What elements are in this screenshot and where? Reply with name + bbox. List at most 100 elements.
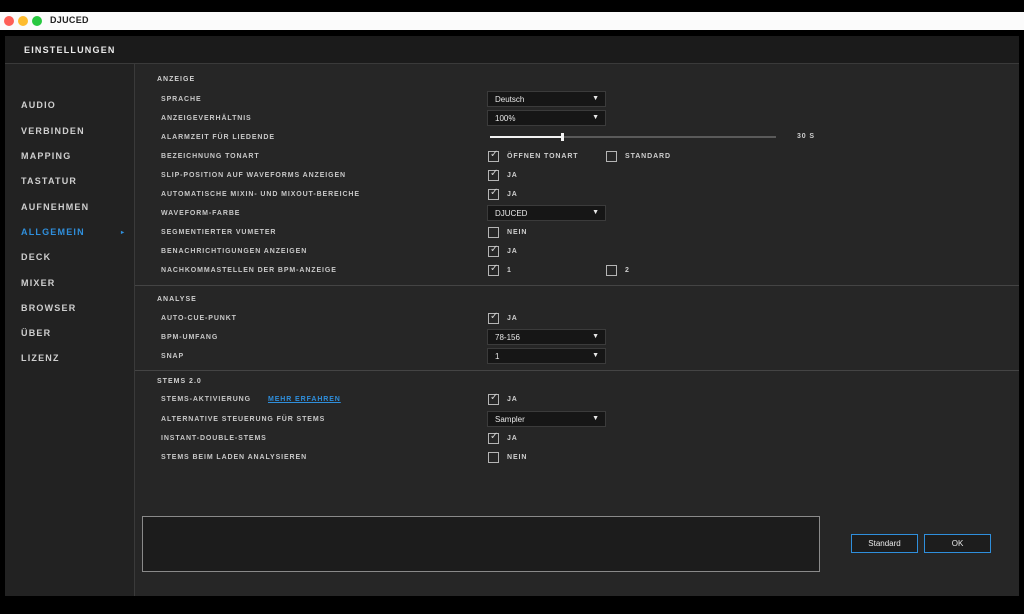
check-icon: ✓ bbox=[490, 392, 499, 403]
dialog-title-bar: EINSTELLUNGEN bbox=[5, 36, 1019, 64]
ok-button[interactable]: OK bbox=[924, 534, 991, 553]
active-arrow-icon: ▸ bbox=[121, 230, 126, 236]
slip-position-checkbox[interactable]: ✓ bbox=[488, 168, 499, 181]
tonart-standard-label: STANDARD bbox=[625, 153, 671, 160]
sidebar-item-label: AUDIO bbox=[21, 100, 56, 110]
label-stems-laden-analysieren: STEMS BEIM LADEN ANALYSIEREN bbox=[161, 454, 308, 461]
sidebar-item-label: TASTATUR bbox=[21, 176, 78, 186]
window-titlebar: DJUCED bbox=[0, 12, 1024, 30]
minimize-window-icon[interactable] bbox=[18, 16, 28, 26]
sidebar-item-label: MIXER bbox=[21, 278, 56, 288]
dropdown-value: Deutsch bbox=[495, 95, 525, 104]
sidebar-item-mixer[interactable]: MIXER bbox=[21, 278, 56, 288]
instant-double-stems-checkbox[interactable]: ✓ bbox=[488, 431, 499, 444]
instant-double-stems-value: JA bbox=[507, 435, 518, 442]
sidebar-item-label: AUFNEHMEN bbox=[21, 202, 90, 212]
zoom-window-icon[interactable] bbox=[32, 16, 42, 26]
sidebar-item-allgemein[interactable]: ALLGEMEIN ▸ bbox=[21, 227, 131, 237]
section-heading-anzeige: ANZEIGE bbox=[157, 76, 196, 83]
label-slip-position: SLIP-POSITION AUF WAVEFORMS ANZEIGEN bbox=[161, 172, 346, 179]
alarmzeit-slider[interactable] bbox=[490, 133, 776, 141]
anzeigeverhaeltnis-dropdown[interactable]: 100% ▼ bbox=[487, 110, 606, 126]
sidebar-item-ueber[interactable]: ÜBER bbox=[21, 328, 51, 338]
dialog-title: EINSTELLUNGEN bbox=[24, 45, 116, 55]
sidebar-item-label: LIZENZ bbox=[21, 353, 60, 363]
stems-laden-value: NEIN bbox=[507, 454, 528, 461]
sidebar-item-tastatur[interactable]: TASTATUR bbox=[21, 176, 77, 186]
label-stems-aktivierung: STEMS-AKTIVIERUNG bbox=[161, 396, 251, 403]
sidebar-item-label: MAPPING bbox=[21, 151, 72, 161]
sidebar-item-label: ÜBER bbox=[21, 328, 52, 338]
sidebar-item-label: BROWSER bbox=[21, 303, 77, 313]
check-icon: ✓ bbox=[490, 149, 499, 160]
mixin-mixout-value: JA bbox=[507, 191, 518, 198]
benachrichtigungen-checkbox[interactable]: ✓ bbox=[488, 244, 499, 257]
chevron-down-icon: ▼ bbox=[592, 352, 599, 359]
app-title: DJUCED bbox=[50, 15, 89, 25]
sidebar-item-mapping[interactable]: MAPPING bbox=[21, 151, 71, 161]
check-icon: ✓ bbox=[490, 187, 499, 198]
nachkomma-2-label: 2 bbox=[625, 267, 630, 274]
slider-thumb[interactable] bbox=[560, 133, 564, 141]
sidebar-item-deck[interactable]: DECK bbox=[21, 252, 51, 262]
label-bezeichnung-tonart: BEZEICHNUNG TONART bbox=[161, 153, 260, 160]
tonart-standard-checkbox[interactable] bbox=[606, 151, 617, 162]
close-window-icon[interactable] bbox=[4, 16, 14, 26]
sidebar-item-lizenz[interactable]: LIZENZ bbox=[21, 353, 60, 363]
label-mixin-mixout: AUTOMATISCHE MIXIN- UND MIXOUT-BEREICHE bbox=[161, 191, 360, 198]
auto-cue-value: JA bbox=[507, 315, 518, 322]
message-area bbox=[142, 516, 820, 572]
sidebar-item-browser[interactable]: BROWSER bbox=[21, 303, 76, 313]
slip-position-value: JA bbox=[507, 172, 518, 179]
dropdown-value: 100% bbox=[495, 114, 516, 123]
label-alternative-steuerung: ALTERNATIVE STEUERUNG FÜR STEMS bbox=[161, 416, 326, 423]
sidebar-item-label: VERBINDEN bbox=[21, 126, 85, 136]
label-bpm-umfang: BPM-UMFANG bbox=[161, 334, 219, 341]
label-nachkommastellen: NACHKOMMASTELLEN DER BPM-ANZEIGE bbox=[161, 267, 337, 274]
mixin-mixout-checkbox[interactable]: ✓ bbox=[488, 187, 499, 200]
label-instant-double-stems: INSTANT-DOUBLE-STEMS bbox=[161, 435, 267, 442]
sprache-dropdown[interactable]: Deutsch ▼ bbox=[487, 91, 606, 107]
auto-cue-checkbox[interactable]: ✓ bbox=[488, 311, 499, 324]
sidebar-item-aufnehmen[interactable]: AUFNEHMEN bbox=[21, 202, 89, 212]
benachrichtigungen-value: JA bbox=[507, 248, 518, 255]
chevron-down-icon: ▼ bbox=[592, 95, 599, 102]
tonart-oeffnen-label: ÖFFNEN TONART bbox=[507, 153, 579, 160]
alternative-steuerung-dropdown[interactable]: Sampler ▼ bbox=[487, 411, 606, 427]
dropdown-value: Sampler bbox=[495, 415, 525, 424]
dropdown-value: 1 bbox=[495, 352, 500, 361]
chevron-down-icon: ▼ bbox=[592, 333, 599, 340]
check-icon: ✓ bbox=[490, 244, 499, 255]
vumeter-checkbox[interactable] bbox=[488, 227, 499, 238]
nachkomma-1-checkbox[interactable]: ✓ bbox=[488, 263, 499, 276]
snap-dropdown[interactable]: 1 ▼ bbox=[487, 348, 606, 364]
tonart-oeffnen-checkbox[interactable]: ✓ bbox=[488, 149, 499, 162]
alarmzeit-value: 30 S bbox=[797, 133, 815, 140]
vumeter-value: NEIN bbox=[507, 229, 528, 236]
check-icon: ✓ bbox=[490, 263, 499, 274]
section-heading-analyse: ANALYSE bbox=[157, 296, 197, 303]
dropdown-value: 78-156 bbox=[495, 333, 520, 342]
sidebar-item-verbinden[interactable]: VERBINDEN bbox=[21, 126, 85, 136]
standard-button[interactable]: Standard bbox=[851, 534, 918, 553]
label-anzeigeverhaeltnis: ANZEIGEVERHÄLTNIS bbox=[161, 115, 252, 122]
label-snap: SNAP bbox=[161, 353, 185, 360]
sidebar-item-label: DECK bbox=[21, 252, 52, 262]
label-auto-cue-punkt: AUTO-CUE-PUNKT bbox=[161, 315, 237, 322]
label-waveform-farbe: WAVEFORM-FARBE bbox=[161, 210, 241, 217]
nachkomma-2-checkbox[interactable] bbox=[606, 265, 617, 276]
bpm-umfang-dropdown[interactable]: 78-156 ▼ bbox=[487, 329, 606, 345]
dropdown-value: DJUCED bbox=[495, 209, 528, 218]
nachkomma-1-label: 1 bbox=[507, 267, 512, 274]
stems-aktivierung-value: JA bbox=[507, 396, 518, 403]
mehr-erfahren-link[interactable]: MEHR ERFAHREN bbox=[268, 396, 341, 403]
stems-aktivierung-checkbox[interactable]: ✓ bbox=[488, 392, 499, 405]
sidebar-item-audio[interactable]: AUDIO bbox=[21, 100, 56, 110]
chevron-down-icon: ▼ bbox=[592, 415, 599, 422]
label-alarmzeit: ALARMZEIT FÜR LIEDENDE bbox=[161, 134, 275, 141]
waveform-farbe-dropdown[interactable]: DJUCED ▼ bbox=[487, 205, 606, 221]
stems-laden-checkbox[interactable] bbox=[488, 452, 499, 463]
sidebar-item-label: ALLGEMEIN bbox=[21, 227, 85, 237]
label-sprache: SPRACHE bbox=[161, 96, 202, 103]
label-segmentierter-vumeter: SEGMENTIERTER VUMETER bbox=[161, 229, 277, 236]
